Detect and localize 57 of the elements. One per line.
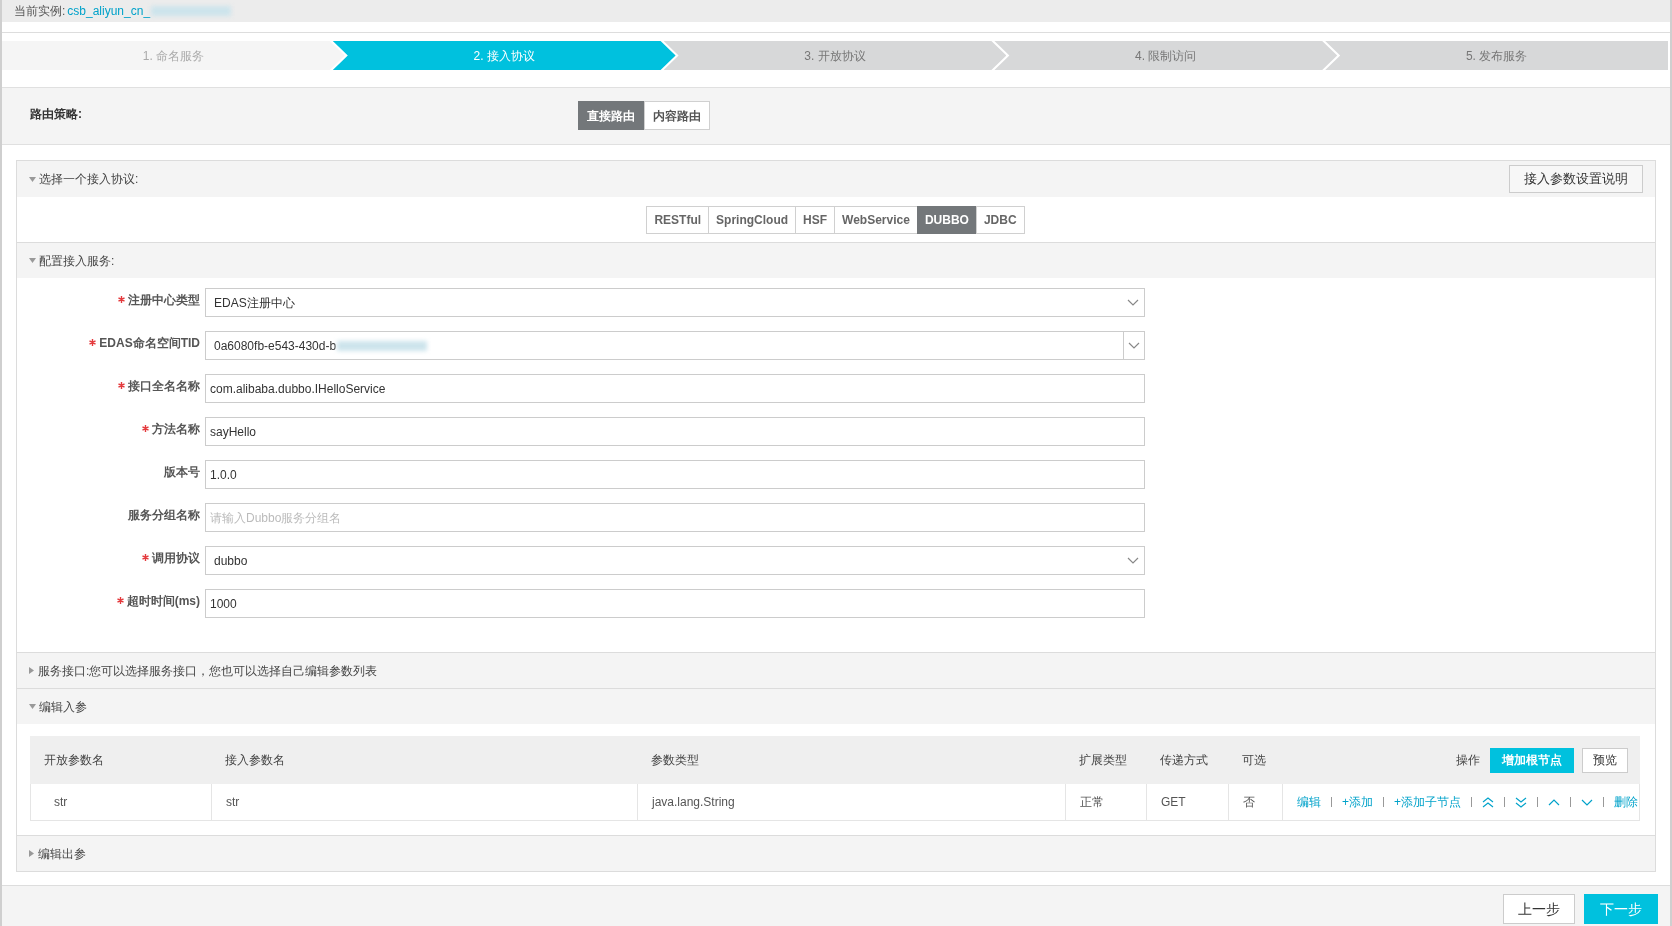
column-header: 开放参数名 bbox=[44, 752, 104, 769]
protocol-tab[interactable]: JDBC bbox=[975, 205, 1025, 234]
previous-button[interactable]: 上一步 bbox=[1503, 894, 1575, 924]
column-header: 可选 bbox=[1242, 752, 1266, 769]
field-label: 超时时间(ms) bbox=[126, 593, 200, 609]
chevron-up-icon[interactable] bbox=[1548, 798, 1561, 806]
help-button[interactable]: 接入参数设置说明 bbox=[1509, 165, 1643, 193]
input-field[interactable]: 1000 bbox=[205, 589, 1145, 618]
column-header: 接入参数名 bbox=[225, 752, 285, 769]
section-title[interactable]: 编辑出参 bbox=[38, 844, 86, 863]
protocol-tab[interactable]: SpringCloud bbox=[708, 205, 797, 234]
preview-button[interactable]: 预览 bbox=[1582, 747, 1628, 773]
table-cell-text: str bbox=[54, 794, 68, 811]
protocol-tab[interactable]: HSF bbox=[795, 205, 836, 234]
column-header: 参数类型 bbox=[651, 752, 699, 769]
chevron-down-icon bbox=[1127, 557, 1139, 564]
section-title[interactable]: 配置接入服务: bbox=[39, 251, 115, 270]
field-label: 版本号 bbox=[164, 464, 200, 480]
select-value: dubbo bbox=[214, 552, 248, 570]
double-chevron-up-icon[interactable] bbox=[1482, 796, 1495, 808]
select-value: 0a6080fb-e543-430d-b bbox=[214, 337, 337, 355]
select-field[interactable]: 0a6080fb-e543-430d-b bbox=[205, 331, 1145, 360]
field-label: 接口全名名称 bbox=[128, 378, 200, 394]
routing-option[interactable]: 内容路由 bbox=[644, 101, 710, 130]
field-label: EDAS命名空间TID bbox=[99, 335, 200, 351]
instance-label: 当前实例: bbox=[14, 3, 66, 20]
table-cell-text: 否 bbox=[1243, 794, 1255, 811]
column-header: 操作 bbox=[1456, 752, 1480, 769]
select-field[interactable]: dubbo bbox=[205, 546, 1145, 575]
chevron-down-icon bbox=[1127, 299, 1139, 306]
input-field[interactable]: 1.0.0 bbox=[205, 460, 1145, 489]
section-title[interactable]: 编辑入参 bbox=[39, 697, 87, 716]
protocol-tab[interactable]: RESTful bbox=[646, 205, 710, 234]
select-value: EDAS注册中心 bbox=[214, 294, 295, 312]
section-title[interactable]: 服务接口:您可以选择服务接口，您也可以选择自己编辑参数列表 bbox=[38, 661, 378, 680]
field-label: 注册中心类型 bbox=[128, 292, 200, 308]
field-label: 方法名称 bbox=[152, 421, 200, 437]
routing-label: 路由策略: bbox=[30, 106, 83, 123]
input-field[interactable]: com.alibaba.dubbo.IHelloService bbox=[205, 374, 1145, 403]
double-chevron-down-icon[interactable] bbox=[1515, 796, 1528, 808]
input-field[interactable]: 请输入Dubbo服务分组名 bbox=[205, 503, 1145, 532]
table-cell-text: 正常 bbox=[1080, 794, 1104, 811]
protocol-tab[interactable]: WebService bbox=[834, 205, 918, 234]
section-title[interactable]: 选择一个接入协议: bbox=[39, 170, 139, 188]
routing-option[interactable]: 直接路由 bbox=[578, 101, 644, 130]
table-cell-text: GET bbox=[1161, 794, 1186, 811]
chevron-down-icon[interactable] bbox=[1581, 798, 1594, 806]
select-field[interactable]: EDAS注册中心 bbox=[205, 288, 1145, 317]
chevron-down-icon bbox=[1128, 342, 1140, 349]
field-label: 服务分组名称 bbox=[128, 507, 200, 523]
input-field[interactable]: sayHello bbox=[205, 417, 1145, 446]
column-header: 扩展类型 bbox=[1079, 752, 1127, 769]
protocol-tab[interactable]: DUBBO bbox=[916, 205, 977, 234]
table-cell-text: str bbox=[226, 794, 240, 811]
table-cell-text: java.lang.String bbox=[652, 794, 735, 811]
field-label: 调用协议 bbox=[152, 550, 200, 566]
column-header: 传递方式 bbox=[1160, 752, 1208, 769]
